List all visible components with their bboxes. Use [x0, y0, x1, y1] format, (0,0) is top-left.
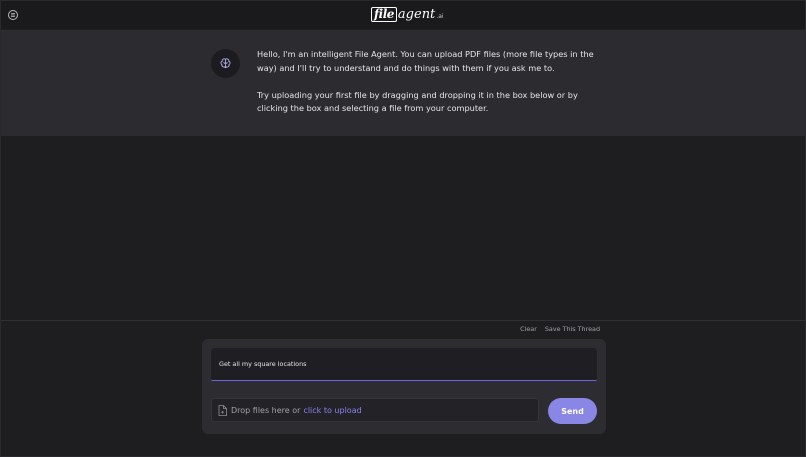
file-dropzone[interactable]: Drop files here or click to upload	[211, 398, 539, 422]
clear-button[interactable]: Clear	[520, 325, 537, 333]
assistant-message: Hello, I'm an intelligent File Agent. Yo…	[1, 30, 805, 136]
file-icon	[218, 404, 227, 416]
circle-menu-icon	[11, 13, 15, 17]
bot-avatar	[211, 49, 240, 78]
header: file agent .ai	[1, 1, 805, 29]
message-paragraph: Hello, I'm an intelligent File Agent. Yo…	[257, 49, 594, 73]
logo: file agent .ai	[371, 7, 444, 22]
composer: Drop files here or click to upload Send	[202, 339, 606, 434]
drop-text: Drop files here or	[231, 405, 301, 415]
thread-actions: Clear Save This Thread	[520, 325, 600, 333]
logo-ai: .ai	[436, 13, 444, 20]
logo-agent: agent	[397, 7, 436, 22]
menu-button[interactable]	[8, 10, 18, 20]
send-button[interactable]: Send	[548, 398, 597, 424]
prompt-input[interactable]	[211, 348, 597, 381]
divider	[1, 320, 805, 321]
message-paragraph: Try uploading your first file by draggin…	[257, 89, 578, 114]
brain-icon	[220, 58, 231, 69]
message-text: Hello, I'm an intelligent File Agent. Yo…	[257, 48, 602, 116]
save-thread-button[interactable]: Save This Thread	[545, 325, 600, 333]
app-window: file agent .ai Hello, I'm an intelligent…	[0, 0, 806, 457]
upload-link[interactable]: click to upload	[303, 406, 361, 415]
logo-file: file	[371, 7, 397, 22]
